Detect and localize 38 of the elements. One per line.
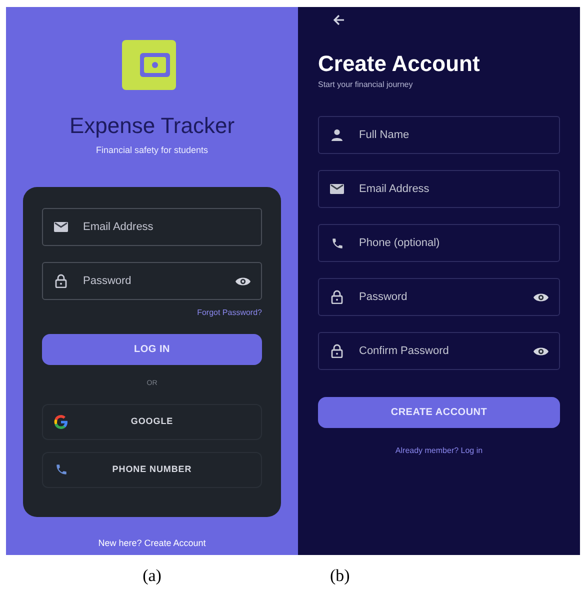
envelope-icon [329,183,345,195]
login-link[interactable]: Already member? Log in [395,445,483,457]
create-account-button[interactable]: CREATE ACCOUNT [318,397,560,428]
text-input[interactable]: Password [83,263,235,299]
text-input[interactable]: Email Address [359,171,549,207]
input-field[interactable]: Email Address [42,208,262,246]
phone-sign-in-button[interactable]: PHONE NUMBER [42,452,262,488]
input-field[interactable]: Password [318,278,560,316]
input-field[interactable]: Full Name [318,116,560,154]
figure-caption: (a) [142,565,162,587]
text-input[interactable]: Email Address [83,209,251,245]
create-account-link[interactable]: New here? Create Account [98,537,206,550]
padlock-icon [53,274,69,288]
input-field[interactable]: Confirm Password [318,332,560,370]
text-input[interactable]: Password [359,279,533,315]
app-title: Expense Tracker [69,115,235,137]
eye-icon[interactable] [533,292,549,302]
padlock-icon [329,290,345,304]
figure-caption: (b) [330,566,350,585]
app-subtitle: Financial safety for students [96,146,208,155]
text-input[interactable]: Phone (optional) [359,225,549,261]
input-field[interactable]: Email Address [318,170,560,208]
person-icon [329,129,345,141]
input-field[interactable]: Password [42,262,262,300]
back-arrow-icon[interactable] [333,14,345,26]
login-button[interactable]: LOG IN [42,334,262,365]
envelope-icon [53,221,69,233]
eye-icon[interactable] [235,276,251,286]
forgot-password-link[interactable]: Forgot Password? [197,307,262,319]
padlock-icon [329,344,345,358]
text-input[interactable]: Confirm Password [359,333,533,369]
input-field[interactable]: Phone (optional) [318,224,560,262]
google-icon [53,414,69,430]
page-title: Create Account [318,53,480,75]
eye-icon[interactable] [533,346,549,356]
text-input[interactable]: Full Name [359,117,549,153]
page-subtitle: Start your financial journey [318,81,413,89]
google-sign-in-button[interactable]: GOOGLE [42,404,262,440]
